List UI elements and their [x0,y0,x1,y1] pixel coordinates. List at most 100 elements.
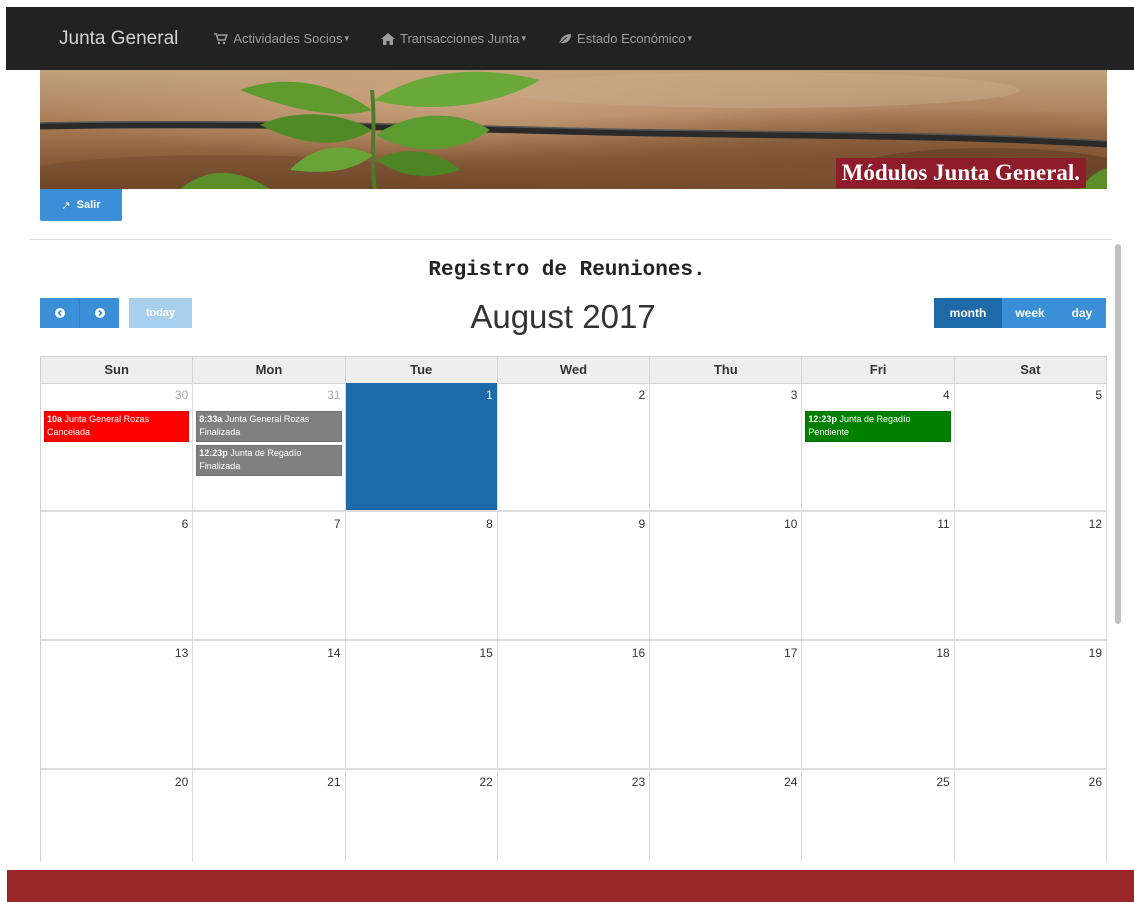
event-status: Cancelada [47,427,91,437]
event-title: Junta General Rozas [224,414,310,424]
day-number: 13 [174,646,189,660]
day-header: Tue [345,357,498,384]
next-month-button[interactable] [79,298,119,328]
calendar-day-cell[interactable]: 14 [193,641,346,770]
day-header: Thu [650,357,803,384]
calendar-nav-buttons [40,298,119,328]
day-number: 11 [937,517,950,531]
day-header-row: Sun Mon Tue Wed Thu Fri Sat [41,357,1107,384]
calendar-event[interactable]: 12:23p Junta de Regadío Finalizada [196,445,342,476]
calendar-day-cell[interactable]: 6 [41,512,194,641]
calendar-heading: Registro de Reuniones. [428,259,706,282]
nav-estado-economico[interactable]: Estado Económico ▾ [558,31,692,46]
chevron-right-icon [94,308,105,318]
day-view-button[interactable]: day [1058,298,1106,328]
calendar-day-cell[interactable]: 30 10a Junta General Rozas Cancelada [41,383,194,512]
calendar-week-row: 13 14 15 16 17 18 19 [41,641,1107,770]
top-navbar: Junta General Actividades Socios ▾ Trans… [6,7,1134,70]
event-status: Finalizada [199,461,241,471]
day-number: 31 [327,388,341,402]
event-title: Junta de Regadío [839,414,911,424]
nav-actividades-socios-label: Actividades Socios [233,31,343,46]
calendar-day-cell[interactable]: 12 [954,512,1107,641]
month-view-button[interactable]: month [934,298,1002,328]
home-icon [381,32,396,45]
day-number: 8 [486,517,493,531]
day-header: Wed [497,357,651,384]
calendar-event[interactable]: 8:33a Junta General Rozas Finalizada [196,411,342,442]
day-number: 26 [1088,775,1102,789]
calendar-day-cell-today[interactable]: 1 [345,383,498,512]
calendar-day-cell[interactable]: 11 [802,512,955,641]
calendar-day-cell[interactable]: 4 12:23p Junta de Regadío Pendiente [802,383,955,512]
calendar-day-cell[interactable]: 17 [650,641,803,770]
panel-divider [30,239,1112,240]
calendar-day-cell[interactable]: 15 [345,641,498,770]
today-button[interactable]: today [129,298,192,328]
calendar-day-cell[interactable]: 7 [193,512,346,641]
day-number: 12 [1088,517,1102,531]
nav-actividades-socios[interactable]: Actividades Socios ▾ [214,31,349,46]
day-number: 25 [936,775,950,789]
calendar-day-cell[interactable]: 26 [955,770,1107,862]
day-number: 1 [486,388,493,402]
event-line: 8:33a Junta General Rozas [199,413,338,426]
calendar-week-row: 30 10a Junta General Rozas Cancelada 31 8:33… [41,383,1107,512]
calendar-day-cell[interactable]: 25 [802,770,955,862]
day-header: Mon [193,357,346,384]
event-time: 12:23p [808,414,837,424]
header-banner-image: Módulos Junta General. [40,70,1107,189]
calendar-event[interactable]: 12:23p Junta de Regadío Pendiente [805,411,951,442]
calendar-week-row: 20 21 22 23 24 25 26 [41,770,1107,862]
navbar-brand[interactable]: Junta General [59,28,178,50]
event-list: 12:23p Junta de Regadío Pendiente [805,411,951,445]
event-title: Junta General Rozas [64,414,150,424]
logout-button-label: Salir [76,199,101,211]
day-number: 14 [327,646,341,660]
calendar-day-cell[interactable]: 8 [345,512,498,641]
calendar-day-cell[interactable]: 19 [954,641,1107,770]
day-number: 19 [1088,646,1102,660]
banner-title: Módulos Junta General. [835,158,1086,188]
chevron-down-icon: ▾ [344,33,350,43]
calendar-day-cell[interactable]: 16 [497,641,651,770]
day-number: 30 [174,388,189,402]
chevron-left-icon [54,308,65,318]
calendar-day-cell[interactable]: 20 [41,770,194,862]
calendar-day-cell[interactable]: 21 [193,770,346,862]
calendar-day-cell[interactable]: 22 [346,770,498,862]
calendar-day-cell[interactable]: 31 8:33a Junta General Rozas Finalizada 12:… [193,383,346,512]
calendar-day-cell[interactable]: 9 [497,512,651,641]
day-number: 10 [784,517,798,531]
calendar-day-cell[interactable]: 10 [650,512,803,641]
day-number: 20 [174,775,189,789]
calendar-view-switcher: month week day [934,298,1106,328]
day-number: 4 [943,388,950,402]
event-time: 8:33a [199,414,223,424]
day-number: 23 [631,775,646,789]
calendar-day-cell[interactable]: 3 [650,383,803,512]
calendar-day-cell[interactable]: 18 [802,641,955,770]
day-number: 18 [936,646,950,660]
event-list: 8:33a Junta General Rozas Finalizada 12:23… [196,411,342,479]
calendar-event[interactable]: 10a Junta General Rozas Cancelada [44,411,190,442]
chevron-down-icon: ▾ [521,33,527,43]
day-number: 15 [479,646,493,660]
chevron-down-icon: ▾ [687,33,692,43]
footer-bar [7,870,1134,902]
leaf-icon [558,33,572,44]
calendar-day-cell[interactable]: 24 [650,770,803,862]
calendar-day-cell[interactable]: 23 [498,770,651,862]
calendar-day-cell[interactable]: 5 [954,383,1107,512]
day-header: Fri [802,357,955,384]
prev-month-button[interactable] [40,298,79,328]
logout-button[interactable]: ↗ Salir [40,189,122,221]
week-view-button[interactable]: week [1002,298,1058,328]
calendar-day-cell[interactable]: 13 [41,641,194,770]
calendar-week-row: 6 7 8 9 10 11 12 [41,512,1107,641]
calendar-day-cell[interactable]: 2 [497,383,651,512]
day-number: 6 [181,517,189,531]
nav-transacciones-junta[interactable]: Transacciones Junta ▾ [381,31,526,46]
event-time: 12:23p [199,448,228,458]
day-number: 21 [327,775,341,789]
